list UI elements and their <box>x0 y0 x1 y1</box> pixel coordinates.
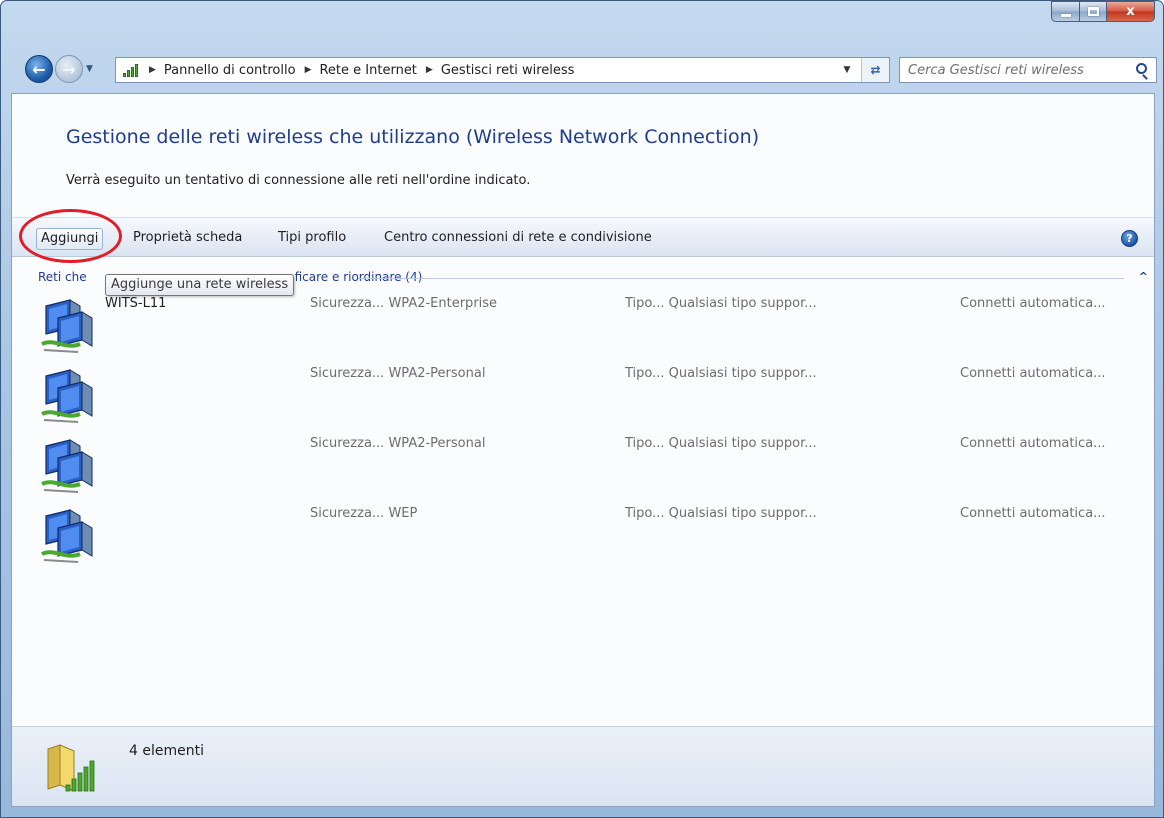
network-connection-mode: Connetti automatica... <box>960 296 1106 311</box>
breadcrumb-network-internet[interactable]: Rete e Internet <box>319 63 416 78</box>
search-icon[interactable] <box>1136 63 1147 74</box>
network-connection-mode: Connetti automatica... <box>960 436 1106 451</box>
breadcrumb-control-panel[interactable]: Pannello di controllo <box>164 63 296 78</box>
help-icon[interactable]: ? <box>1121 230 1138 247</box>
adapter-properties-button[interactable]: Proprietà scheda <box>129 228 246 250</box>
group-header-text-start: Reti che <box>38 270 87 284</box>
page-subtitle: Verrà eseguito un tentativo di connessio… <box>66 173 531 188</box>
highlight-annotation <box>19 209 122 263</box>
wireless-network-icon <box>41 299 93 353</box>
group-divider <box>358 278 1124 279</box>
network-profile-row[interactable]: Sicurezza... WPA2-Personal Tipo... Quals… <box>12 432 1154 502</box>
refresh-button[interactable]: ⇄ <box>861 58 889 82</box>
breadcrumb-separator[interactable]: ▶ <box>426 65 433 75</box>
back-arrow-icon: ← <box>32 59 46 79</box>
network-folder-icon <box>47 744 95 792</box>
breadcrumb-separator[interactable]: ▶ <box>305 65 312 75</box>
network-connection-mode: Connetti automatica... <box>960 366 1106 381</box>
group-header-text-end: ficare e riordinare (4) <box>294 270 423 284</box>
wireless-network-icon <box>41 369 93 423</box>
add-tooltip: Aggiunge una rete wireless <box>105 274 295 296</box>
command-bar: Aggiungi Proprietà scheda Tipi profilo C… <box>12 217 1154 257</box>
refresh-icon: ⇄ <box>870 63 881 77</box>
maximize-icon <box>1087 7 1099 16</box>
network-security: Sicurezza... WEP <box>310 506 418 521</box>
explorer-window: x ← → ▼ ▶ Pannello di controllo ▶ Rete e… <box>0 0 1164 818</box>
search-input[interactable] <box>908 59 1128 81</box>
network-connection-mode: Connetti automatica... <box>960 506 1106 521</box>
profile-types-button[interactable]: Tipi profilo <box>274 228 350 250</box>
wireless-network-icon <box>41 439 93 493</box>
forward-button[interactable]: → <box>55 55 83 83</box>
details-pane: 4 elementi <box>12 726 1154 806</box>
network-type: Tipo... Qualsiasi tipo suppor... <box>625 506 817 521</box>
network-security: Sicurezza... WPA2-Enterprise <box>310 296 498 311</box>
collapse-chevron-icon[interactable]: ^ <box>1139 270 1148 283</box>
network-type: Tipo... Qualsiasi tipo suppor... <box>625 366 817 381</box>
navigation-buttons: ← → ▼ <box>25 54 93 84</box>
network-profile-row[interactable]: Sicurezza... WPA2-Personal Tipo... Quals… <box>12 362 1154 432</box>
minimize-icon <box>1060 14 1071 17</box>
network-security: Sicurezza... WPA2-Personal <box>310 436 486 451</box>
breadcrumb-separator[interactable]: ▶ <box>149 65 156 75</box>
close-button[interactable]: x <box>1107 1 1155 22</box>
network-profile-row[interactable]: Sicurezza... WEP Tipo... Qualsiasi tipo … <box>12 502 1154 572</box>
wireless-network-icon <box>41 509 93 563</box>
address-history-dropdown[interactable]: ▼ <box>837 58 857 82</box>
network-name: WITS-L11 <box>105 296 167 311</box>
network-type: Tipo... Qualsiasi tipo suppor... <box>625 296 817 311</box>
recent-pages-dropdown[interactable]: ▼ <box>86 64 93 74</box>
network-type: Tipo... Qualsiasi tipo suppor... <box>625 436 817 451</box>
address-bar[interactable]: ▶ Pannello di controllo ▶ Rete e Interne… <box>115 57 890 83</box>
network-security: Sicurezza... WPA2-Personal <box>310 366 486 381</box>
content-pane: Gestione delle reti wireless che utilizz… <box>11 93 1155 807</box>
page-title: Gestione delle reti wireless che utilizz… <box>66 126 760 148</box>
breadcrumb-manage-wireless[interactable]: Gestisci reti wireless <box>441 63 575 78</box>
item-count: 4 elementi <box>129 743 204 759</box>
network-profile-row[interactable]: WITS-L11 Sicurezza... WPA2-Enterprise Ti… <box>12 292 1154 362</box>
forward-arrow-icon: → <box>62 59 76 79</box>
back-button[interactable]: ← <box>25 55 53 83</box>
search-box[interactable] <box>899 57 1157 83</box>
network-sharing-center-button[interactable]: Centro connessioni di rete e condivision… <box>380 228 656 250</box>
maximize-button[interactable] <box>1080 1 1107 22</box>
network-signal-icon <box>122 62 140 78</box>
minimize-button[interactable] <box>1051 1 1080 22</box>
close-icon: x <box>1126 4 1135 19</box>
caption-buttons: x <box>1051 1 1155 22</box>
